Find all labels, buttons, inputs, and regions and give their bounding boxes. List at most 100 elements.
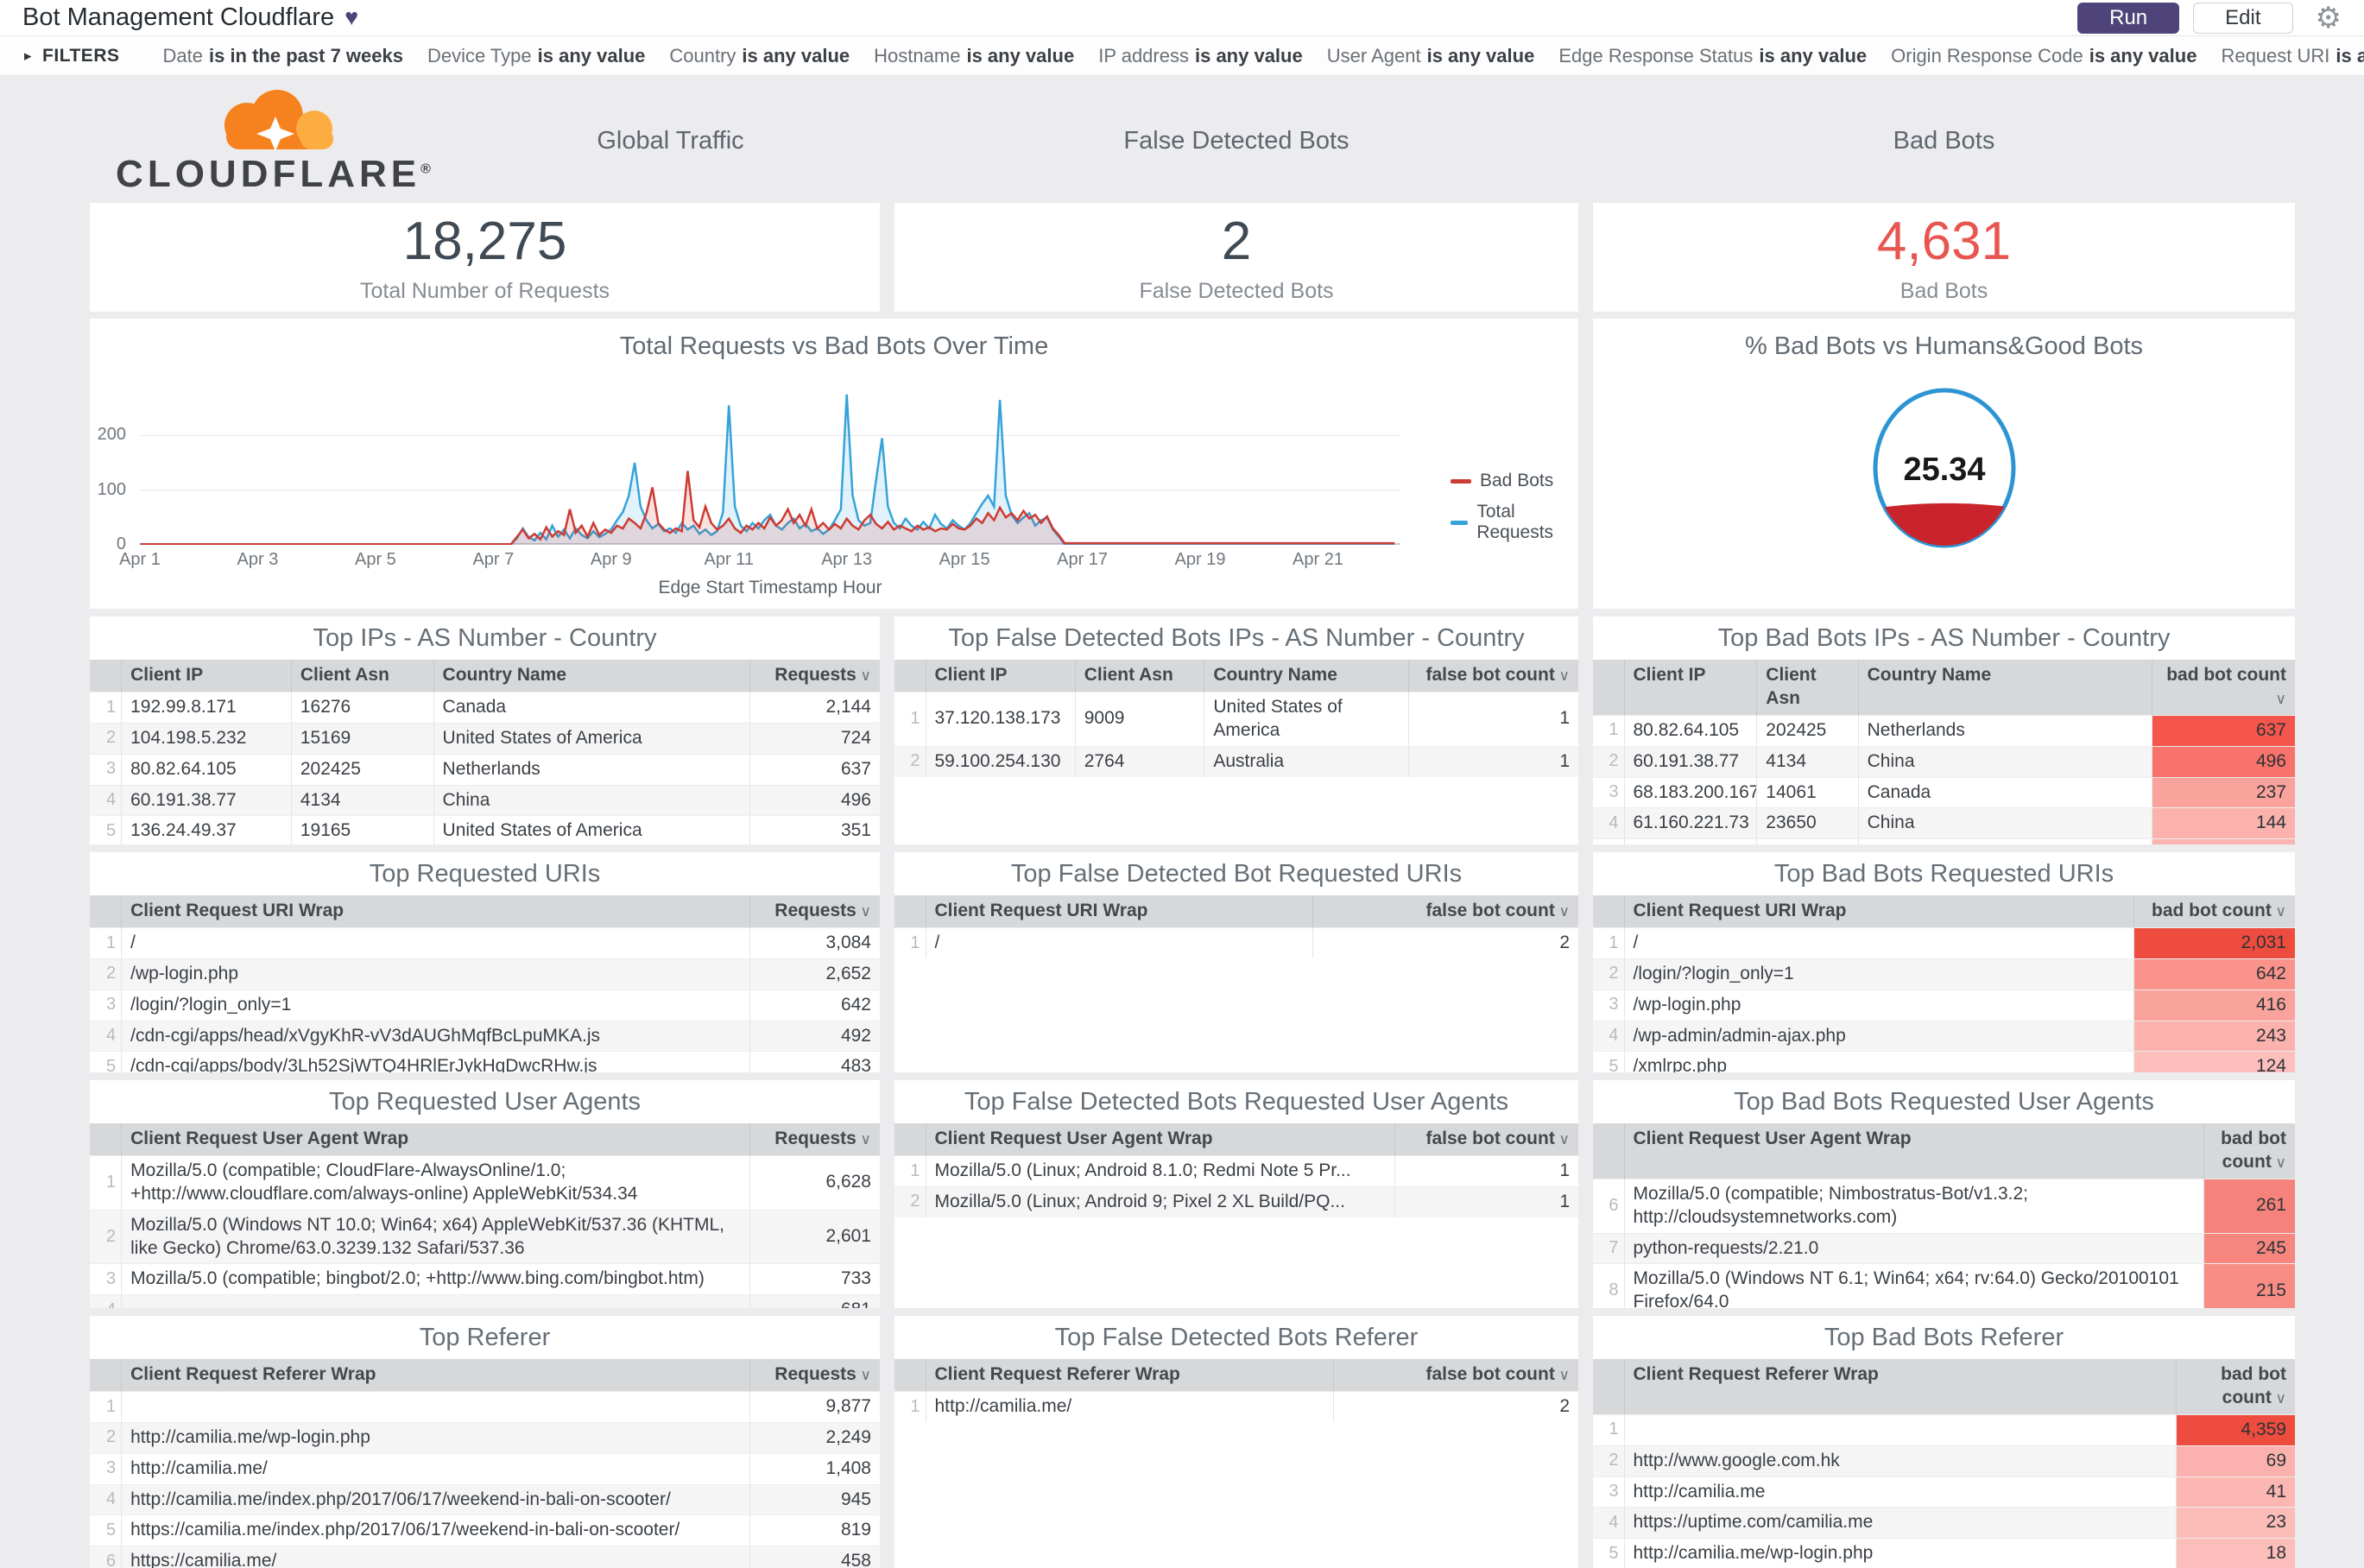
table-cell: 492 bbox=[749, 1020, 880, 1052]
filter-item[interactable]: Request URIis any value bbox=[2221, 45, 2364, 66]
filters-toggle[interactable]: ▸ FILTERS bbox=[24, 46, 120, 66]
column-header[interactable]: Client IP bbox=[121, 660, 292, 692]
column-header[interactable]: false bot count ∨ bbox=[1394, 1123, 1578, 1156]
column-header[interactable]: Client Request URI Wrap bbox=[121, 895, 750, 928]
table-cell: 458 bbox=[749, 1546, 880, 1568]
table-row: 1 Mozilla/5.0 (compatible; CloudFlare-Alw… bbox=[90, 1154, 880, 1211]
table-title: Top Referer bbox=[419, 1324, 551, 1351]
table-cell: 2,601 bbox=[749, 1209, 880, 1264]
legend-item[interactable]: Bad Bots bbox=[1451, 471, 1578, 491]
column-header[interactable]: Country Name bbox=[1857, 660, 2152, 716]
column-header[interactable]: Client Request Referer Wrap bbox=[925, 1359, 1334, 1392]
table-cell: 237 bbox=[2151, 776, 2295, 808]
table-title: Top Requested User Agents bbox=[328, 1088, 642, 1116]
column-header[interactable]: bad bot count ∨ bbox=[2203, 1123, 2295, 1179]
table-cell: 41 bbox=[2175, 1476, 2295, 1508]
table-cell: 2 bbox=[1333, 1390, 1578, 1422]
tables-row-referer: Top Referer Client Request Referer Wrap R… bbox=[90, 1316, 2298, 1568]
filter-item[interactable]: IP address is any value bbox=[1098, 45, 1303, 66]
data-table: Client Request User Agent Wrap bad bot co… bbox=[1593, 1123, 2295, 1308]
run-button[interactable]: Run bbox=[2077, 2, 2180, 34]
column-header[interactable]: bad bot count ∨ bbox=[2175, 1359, 2295, 1415]
row-index-header bbox=[894, 1359, 926, 1392]
table-cell: 80.82.64.105 bbox=[1623, 714, 1757, 747]
column-header[interactable]: Client Request Referer Wrap bbox=[121, 1359, 750, 1392]
table-cell: http://camilia.me/wp-login.php bbox=[121, 1421, 750, 1454]
table-cell: 59.100.254.130 bbox=[925, 745, 1076, 777]
table-cell: 60.191.38.77 bbox=[1623, 745, 1757, 777]
gear-icon[interactable]: ⚙ bbox=[2316, 3, 2342, 33]
column-header[interactable]: Client Request User Agent Wrap bbox=[121, 1123, 750, 1156]
column-header[interactable]: Client IP bbox=[1623, 660, 1757, 716]
table-cell: https://uptime.com/camilia.me bbox=[1623, 1507, 2177, 1539]
column-header[interactable]: Client Request URI Wrap bbox=[925, 895, 1313, 928]
column-header[interactable]: bad bot count ∨ bbox=[2151, 660, 2295, 716]
filter-item[interactable]: Origin Response Code is any value bbox=[1891, 45, 2196, 66]
edit-button[interactable]: Edit bbox=[2193, 2, 2293, 34]
column-header[interactable]: Client Request User Agent Wrap bbox=[925, 1123, 1395, 1156]
filter-item[interactable]: User Agent is any value bbox=[1327, 45, 1535, 66]
filter-item[interactable]: Hostname is any value bbox=[874, 45, 1074, 66]
table-row: 5 https://camilia.me/index.php/2017/06/17… bbox=[90, 1514, 880, 1546]
table-row: 5/cdn-cgi/apps/body/3Lh52SjWTQ4HRlErJykH… bbox=[90, 1051, 880, 1072]
filter-item[interactable]: Device Type is any value bbox=[427, 45, 645, 66]
column-header[interactable]: Country Name bbox=[1204, 660, 1409, 692]
column-header[interactable]: Requests ∨ bbox=[749, 1359, 880, 1392]
x-axis-labels: Apr 1 Apr 3 Apr 5 Apr 7 Apr 9 Apr 11 Apr 13 Apr… bbox=[119, 550, 1400, 572]
table-cell: 3,084 bbox=[749, 926, 880, 959]
column-header[interactable]: Client Asn bbox=[1756, 660, 1859, 716]
table-row: 4 681 bbox=[90, 1294, 880, 1308]
table-cell: http://camilia.me/index.php/2017/06/17/w… bbox=[121, 1483, 750, 1515]
table-row: 2 104.198.5.232 15169 United States of Amer… bbox=[90, 722, 880, 755]
row-index: 4 bbox=[1593, 1020, 1624, 1052]
filter-item[interactable]: Country is any value bbox=[669, 45, 850, 66]
column-header[interactable]: Client Request User Agent Wrap bbox=[1623, 1123, 2204, 1179]
section-title-false-bots: False Detected Bots bbox=[1123, 126, 1350, 155]
row-index: 1 bbox=[90, 691, 122, 724]
column-header[interactable]: false bot count ∨ bbox=[1333, 1359, 1578, 1392]
column-header[interactable]: Client Request URI Wrap bbox=[1623, 895, 2134, 928]
table-card-bad-referer: Top Bad Bots Referer Client Request Refe… bbox=[1593, 1316, 2295, 1568]
row-index: 2 bbox=[1593, 958, 1624, 990]
data-table: Client IP Client Asn Country Name bad bot c… bbox=[1593, 660, 2295, 844]
row-index: 3 bbox=[90, 989, 122, 1021]
table-title: Top Bad Bots Referer bbox=[1824, 1324, 2064, 1351]
table-cell: 1 bbox=[1394, 1154, 1578, 1187]
table-row: 2 http://camilia.me/wp-login.php 2,249 bbox=[90, 1421, 880, 1454]
table-row: 1 4,359 bbox=[1593, 1413, 2295, 1446]
tables-row-user-agents: Top Requested User Agents Client Request… bbox=[90, 1080, 2298, 1308]
column-header[interactable]: bad bot count ∨ bbox=[2133, 895, 2295, 928]
table-row: 6 https://camilia.me/458 bbox=[90, 1546, 880, 1568]
column-header[interactable]: Client Request Referer Wrap bbox=[1623, 1359, 2177, 1415]
table-cell: 16276 bbox=[290, 691, 434, 724]
column-header[interactable]: Requests ∨ bbox=[749, 895, 880, 928]
column-header[interactable]: false bot count ∨ bbox=[1312, 895, 1578, 928]
table-cell: 2,249 bbox=[749, 1421, 880, 1454]
x-tick-label: Apr 7 bbox=[472, 550, 515, 569]
table-cell bbox=[121, 1294, 750, 1308]
filter-item[interactable]: Date is in the past 7 weeks bbox=[163, 45, 403, 66]
filters-expand-icon: ▸ bbox=[24, 47, 33, 64]
sort-caret-icon: ∨ bbox=[856, 1131, 871, 1148]
table-cell: 104.198.5.232 bbox=[121, 722, 292, 755]
table-cell: 202425 bbox=[290, 753, 434, 785]
table-cell: 2 bbox=[1312, 926, 1578, 958]
column-header[interactable]: Requests ∨ bbox=[749, 1123, 880, 1156]
column-header[interactable]: Country Name bbox=[433, 660, 750, 692]
column-header[interactable]: false bot count ∨ bbox=[1407, 660, 1578, 692]
table-cell: Australia bbox=[1204, 745, 1409, 777]
column-header[interactable]: Client IP bbox=[925, 660, 1076, 692]
row-index: 3 bbox=[1593, 776, 1624, 808]
table-cell: python-requests/2.21.0 bbox=[1623, 1232, 2204, 1264]
table-cell: 245 bbox=[2203, 1232, 2295, 1264]
filter-item[interactable]: Edge Response Status is any value bbox=[1558, 45, 1867, 66]
column-header[interactable]: Client Asn bbox=[1074, 660, 1204, 692]
column-header[interactable]: Requests ∨ bbox=[749, 660, 880, 692]
table-cell: 14061 bbox=[1756, 776, 1859, 808]
column-header[interactable]: Client Asn bbox=[290, 660, 434, 692]
kpi-bad-bots: 4,631 Bad Bots bbox=[1593, 203, 2295, 312]
row-index: 1 bbox=[894, 1154, 926, 1187]
legend-item[interactable]: Total Requests bbox=[1451, 502, 1578, 543]
x-tick-label: Apr 11 bbox=[704, 550, 754, 569]
row-index: 1 bbox=[90, 926, 122, 959]
